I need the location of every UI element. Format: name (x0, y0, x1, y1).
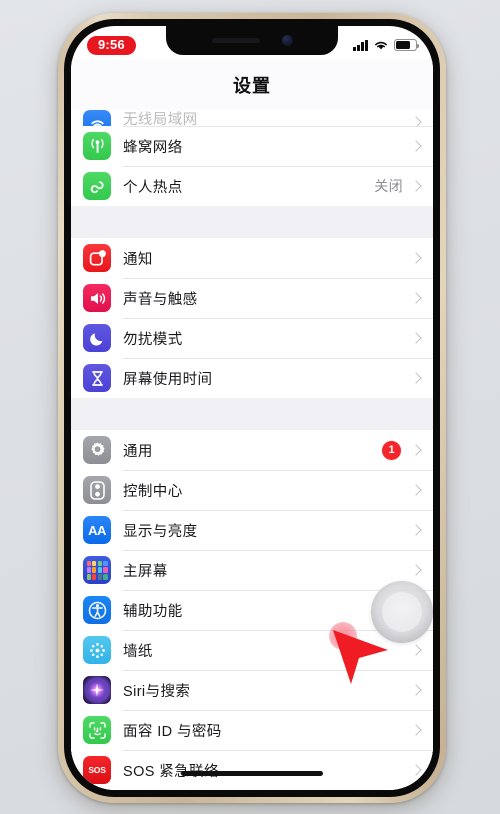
chevron-right-icon (410, 724, 422, 736)
chevron-right-icon (410, 140, 422, 152)
accessibility-icon (83, 596, 111, 624)
status-badge: 1 (382, 440, 401, 460)
sos-icon: SOS (83, 756, 111, 784)
chevron-right-icon (410, 292, 422, 304)
phone-bezel: 9:56 设置 无线局域网蜂窝网络个人热点 关闭通知声音与触感勿扰模式屏幕使用时间… (64, 19, 440, 797)
settings-row[interactable]: SOS SOS 紧急联络 (71, 750, 433, 790)
battery-icon (394, 39, 420, 51)
group-separator (71, 398, 433, 430)
settings-row-label: 屏幕使用时间 (123, 371, 213, 388)
settings-row-label: 面容 ID 与密码 (123, 723, 222, 740)
phone-device-frame: 9:56 设置 无线局域网蜂窝网络个人热点 关闭通知声音与触感勿扰模式屏幕使用时间… (58, 13, 446, 803)
settings-row[interactable]: 通知 (71, 238, 433, 278)
settings-row[interactable]: 声音与触感 (71, 278, 433, 318)
settings-row-label: 个人热点 (123, 179, 183, 196)
settings-group-connectivity: 无线局域网蜂窝网络个人热点 关闭 (71, 110, 433, 206)
home-screen-icon (83, 556, 111, 584)
cellular-icon (83, 132, 111, 160)
settings-row[interactable]: AA 显示与亮度 (71, 510, 433, 550)
siri-icon (83, 676, 111, 704)
status-indicators (353, 39, 420, 51)
red-pointer-cursor (333, 630, 388, 684)
settings-row-label: 通用 (123, 443, 153, 460)
navigation-bar: 设置 (71, 60, 433, 110)
group-separator (71, 206, 433, 238)
chevron-right-icon (410, 764, 422, 776)
face-id-icon (83, 716, 111, 744)
status-bar: 9:56 (71, 26, 433, 60)
settings-row[interactable]: 主屏幕 (71, 550, 433, 590)
phone-screen: 9:56 设置 无线局域网蜂窝网络个人热点 关闭通知声音与触感勿扰模式屏幕使用时间… (71, 26, 433, 790)
chevron-right-icon (410, 644, 422, 656)
settings-row-value: 关闭 (374, 178, 403, 194)
chevron-right-icon (410, 372, 422, 384)
chevron-right-icon (410, 180, 422, 192)
chevron-right-icon (410, 684, 422, 696)
settings-group-alerts: 通知声音与触感勿扰模式屏幕使用时间 (71, 238, 433, 398)
settings-row[interactable]: 面容 ID 与密码 (71, 710, 433, 750)
settings-row[interactable]: 蜂窝网络 (71, 126, 433, 166)
page-title: 设置 (233, 76, 271, 96)
settings-row[interactable]: 屏幕使用时间 (71, 358, 433, 398)
screen-time-icon (83, 364, 111, 392)
wallpaper-icon (83, 636, 111, 664)
settings-row[interactable]: 控制中心 (71, 470, 433, 510)
settings-row-label: 勿扰模式 (123, 331, 183, 348)
chevron-right-icon (410, 444, 422, 456)
settings-scroll-list[interactable]: 无线局域网蜂窝网络个人热点 关闭通知声音与触感勿扰模式屏幕使用时间 通用 1 控制中心 A… (71, 110, 433, 790)
settings-row-label: 主屏幕 (123, 563, 168, 580)
chevron-right-icon (410, 524, 422, 536)
chevron-right-icon (410, 484, 422, 496)
chevron-right-icon (410, 564, 422, 576)
chevron-right-icon (410, 332, 422, 344)
wifi-icon (375, 41, 387, 50)
settings-row[interactable]: 通用 1 (71, 430, 433, 470)
hotspot-icon (83, 172, 111, 200)
settings-row-label: 声音与触感 (123, 291, 198, 308)
settings-row-label: 通知 (123, 251, 153, 268)
settings-row-label: 无线局域网 (123, 112, 198, 126)
chevron-right-icon (410, 252, 422, 264)
settings-row[interactable]: 无线局域网 (71, 110, 433, 126)
do-not-disturb-icon (83, 324, 111, 352)
gear-icon (83, 436, 111, 464)
settings-row[interactable]: 勿扰模式 (71, 318, 433, 358)
cellular-signal-icon (353, 39, 368, 51)
home-indicator (181, 771, 323, 776)
control-center-icon (83, 476, 111, 504)
settings-row[interactable]: 个人热点 关闭 (71, 166, 433, 206)
wifi-icon (83, 110, 111, 126)
display-brightness-icon: AA (83, 516, 111, 544)
settings-row-label: 控制中心 (123, 483, 183, 500)
sounds-haptics-icon (83, 284, 111, 312)
settings-row-label: SOS 紧急联络 (123, 763, 219, 780)
settings-row-label: 辅助功能 (123, 603, 183, 620)
notifications-icon (83, 244, 111, 272)
status-time-recording-pill: 9:56 (87, 35, 136, 55)
settings-row-label: 蜂窝网络 (123, 139, 183, 156)
settings-row-label: 显示与亮度 (123, 523, 198, 540)
chevron-right-icon (410, 116, 422, 126)
